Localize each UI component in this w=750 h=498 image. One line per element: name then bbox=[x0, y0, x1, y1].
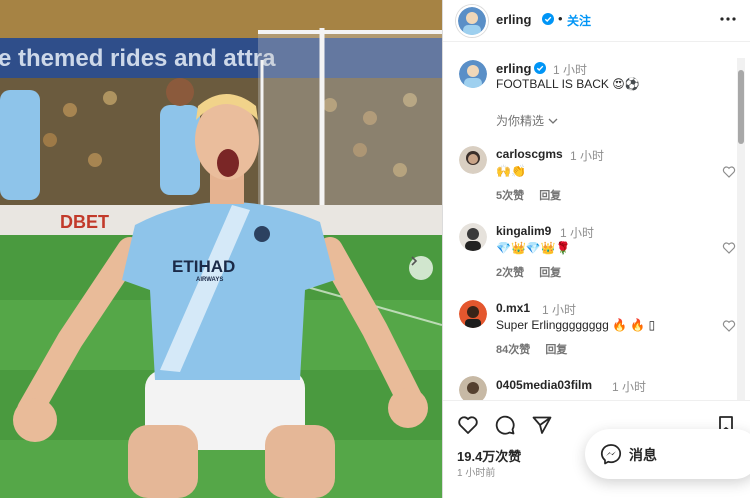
comment-timestamp: 1 小时 bbox=[560, 226, 595, 240]
comment-timestamp: 1 小时 bbox=[612, 380, 647, 394]
post-like-count[interactable]: 19.4万次赞 bbox=[457, 446, 521, 465]
post-side-panel: erling • 关注 erling 1 小时 FOOTBALL IS BACK… bbox=[442, 0, 750, 498]
comment-filter-dropdown[interactable]: 为你精选 bbox=[496, 112, 558, 129]
commenter-avatar[interactable] bbox=[459, 223, 487, 251]
comment-text: Super Erlingggggggg 🔥 🔥 ▯ bbox=[496, 318, 656, 332]
heart-icon[interactable] bbox=[722, 319, 736, 333]
messages-label: 消息 bbox=[629, 447, 657, 463]
heart-icon[interactable] bbox=[722, 165, 736, 179]
comment-text: 🙌👏 bbox=[496, 164, 526, 178]
chevron-down-icon bbox=[548, 118, 558, 124]
comments-scrollbar[interactable] bbox=[737, 58, 745, 400]
comment-like-count[interactable]: 5次赞 bbox=[496, 190, 524, 202]
chevron-right-icon bbox=[411, 256, 418, 266]
comment-username[interactable]: kingalim9 bbox=[496, 224, 551, 238]
comment-username[interactable]: 0.mx1 bbox=[496, 301, 530, 315]
commenter-avatar[interactable] bbox=[459, 146, 487, 174]
verified-badge-icon bbox=[534, 62, 546, 74]
comment-reply-button[interactable]: 回复 bbox=[545, 344, 567, 356]
post-photo[interactable]: e themed rides and attra DBET ETIHAD AIR… bbox=[0, 0, 442, 498]
instagram-post-view: e themed rides and attra DBET ETIHAD AIR… bbox=[0, 0, 750, 498]
comment-like-count[interactable]: 84次赞 bbox=[496, 344, 530, 356]
caption-timestamp: 1 小时 bbox=[553, 63, 588, 77]
author-avatar[interactable] bbox=[456, 5, 488, 37]
more-options-icon[interactable] bbox=[717, 8, 739, 30]
comment-text: 💎👑💎👑🌹 bbox=[496, 241, 571, 255]
comment-like-count[interactable]: 2次赞 bbox=[496, 267, 524, 279]
heart-icon[interactable] bbox=[722, 241, 736, 255]
share-paper-plane-icon[interactable] bbox=[531, 414, 553, 436]
post-header: erling • 关注 bbox=[443, 0, 750, 42]
like-heart-icon[interactable] bbox=[457, 414, 479, 436]
comment-meta: 2次赞 回复 bbox=[496, 264, 573, 280]
ad-board-text: DBET bbox=[60, 212, 109, 232]
post-timestamp: 1 小时前 bbox=[457, 468, 496, 479]
follow-button[interactable]: 关注 bbox=[567, 12, 591, 29]
comment-filter-label: 为你精选 bbox=[496, 114, 545, 128]
caption-author-avatar[interactable] bbox=[459, 60, 487, 88]
messenger-icon bbox=[600, 444, 622, 465]
comment-reply-button[interactable]: 回复 bbox=[539, 267, 561, 279]
comment-reply-button[interactable]: 回复 bbox=[539, 190, 561, 202]
comment-timestamp: 1 小时 bbox=[542, 303, 577, 317]
next-photo-button[interactable] bbox=[409, 256, 433, 280]
scrollbar-thumb[interactable] bbox=[738, 70, 744, 144]
caption-username[interactable]: erling bbox=[496, 61, 531, 76]
comment-username[interactable]: carloscgms bbox=[496, 147, 563, 161]
comment-username[interactable]: 0405media03film bbox=[496, 378, 592, 392]
comment-meta: 84次赞 回复 bbox=[496, 341, 579, 357]
verified-badge-icon bbox=[542, 13, 554, 25]
caption-emoji: 😍⚽ bbox=[612, 77, 640, 91]
shirt-sponsor-text: ETIHAD bbox=[172, 257, 235, 276]
header-separator: • bbox=[558, 11, 563, 26]
stadium-banner-text: e themed rides and attra bbox=[0, 45, 276, 72]
shirt-sponsor-sub-text: AIRWAYS bbox=[196, 277, 223, 283]
caption-text: FOOTBALL IS BACK 😍⚽ bbox=[496, 77, 640, 91]
author-username[interactable]: erling bbox=[496, 12, 531, 27]
comment-bubble-icon[interactable] bbox=[494, 414, 516, 436]
commenter-avatar[interactable] bbox=[459, 300, 487, 328]
messages-button[interactable]: 消息 bbox=[585, 429, 750, 479]
caption-body: FOOTBALL IS BACK bbox=[496, 77, 609, 91]
photo-illustration: e themed rides and attra DBET ETIHAD AIR… bbox=[0, 0, 442, 498]
comment-timestamp: 1 小时 bbox=[570, 149, 605, 163]
comment-meta: 5次赞 回复 bbox=[496, 187, 573, 203]
